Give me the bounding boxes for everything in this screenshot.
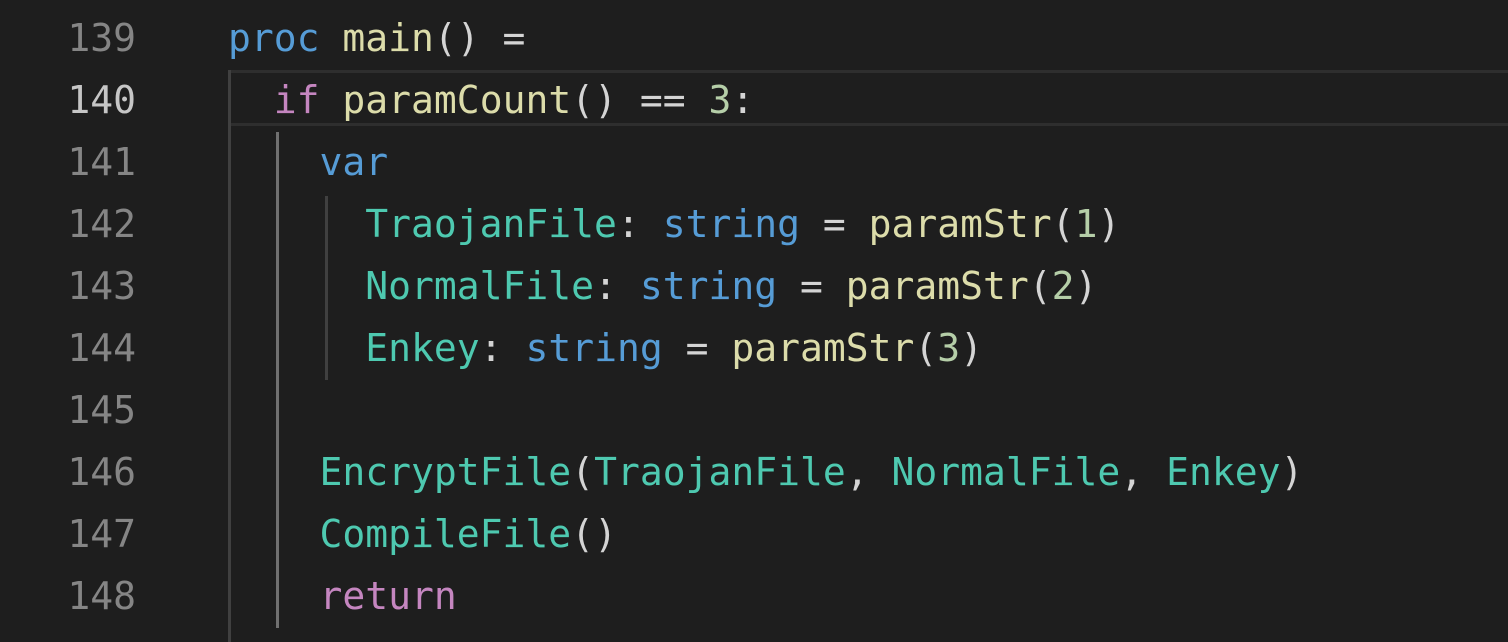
- code-token: string: [525, 326, 663, 370]
- line-number: 139: [67, 16, 136, 60]
- code-token: =: [800, 202, 869, 246]
- code-line[interactable]: 145: [0, 379, 1508, 441]
- code-line[interactable]: 139 proc main() =: [0, 7, 1508, 69]
- code-token: paramStr: [868, 202, 1052, 246]
- code-token: paramCount: [342, 78, 572, 122]
- code-token: 2: [1051, 264, 1075, 308]
- code-token: paramStr: [731, 326, 915, 370]
- code-token: 1: [1074, 202, 1098, 246]
- line-number: 148: [67, 574, 136, 618]
- code-line[interactable]: 143 NormalFile: string = paramStr(2): [0, 255, 1508, 317]
- code-token: return: [319, 574, 457, 618]
- line-number: 145: [67, 388, 136, 432]
- code-line[interactable]: 144 Enkey: string = paramStr(3): [0, 317, 1508, 379]
- code-line[interactable]: 141 var: [0, 131, 1508, 193]
- code-token: string: [662, 202, 800, 246]
- line-code[interactable]: Enkey: string = paramStr(3): [228, 317, 983, 379]
- code-token: NormalFile: [891, 450, 1121, 494]
- code-line[interactable]: 147 CompileFile(): [0, 503, 1508, 565]
- line-code[interactable]: var: [228, 131, 389, 193]
- code-line[interactable]: 142 TraojanFile: string = paramStr(1): [0, 193, 1508, 255]
- code-token: proc: [228, 16, 320, 60]
- line-number: 140: [67, 78, 136, 122]
- code-token: EncryptFile: [319, 450, 572, 494]
- code-token: (: [914, 326, 938, 370]
- code-token: =: [662, 326, 732, 370]
- code-editor[interactable]: 139 proc main() = 140 if paramCount() == 3…: [0, 0, 1508, 642]
- code-token: var: [319, 140, 389, 184]
- code-token: () ==: [571, 78, 709, 122]
- code-token: ): [1097, 202, 1121, 246]
- code-line[interactable]: 146 EncryptFile(TraojanFile, NormalFile,…: [0, 441, 1508, 503]
- code-token: () =: [433, 16, 526, 60]
- code-token: ): [960, 326, 984, 370]
- code-token: ): [1074, 264, 1098, 308]
- code-token: (: [1028, 264, 1052, 308]
- line-number: 141: [67, 140, 136, 184]
- line-number: 142: [67, 202, 136, 246]
- line-number: 143: [67, 264, 136, 308]
- code-token: :: [479, 326, 526, 370]
- code-token: (): [571, 512, 617, 556]
- line-code[interactable]: CompileFile(): [228, 503, 617, 565]
- line-number: 146: [67, 450, 136, 494]
- code-token: Enkey: [1166, 450, 1281, 494]
- code-token: if: [273, 78, 320, 122]
- code-token: CompileFile: [319, 512, 572, 556]
- code-token: :: [594, 264, 640, 308]
- line-number: 144: [67, 326, 136, 370]
- code-token: (: [571, 450, 595, 494]
- code-token: string: [639, 264, 778, 308]
- code-line[interactable]: 148 return: [0, 565, 1508, 627]
- code-token: 3: [708, 78, 732, 122]
- code-token: NormalFile: [365, 264, 595, 308]
- code-token: ,: [845, 450, 892, 494]
- code-token: ): [1280, 450, 1304, 494]
- line-number: 147: [67, 512, 136, 556]
- code-token: (: [1051, 202, 1075, 246]
- line-code[interactable]: TraojanFile: string = paramStr(1): [228, 193, 1120, 255]
- code-token: 3: [937, 326, 961, 370]
- line-code[interactable]: return: [228, 565, 457, 627]
- line-code[interactable]: proc main() =: [228, 7, 525, 69]
- code-token: :: [616, 202, 663, 246]
- line-code[interactable]: if paramCount() == 3:: [228, 69, 755, 131]
- code-token: Enkey: [365, 326, 480, 370]
- line-code[interactable]: NormalFile: string = paramStr(2): [228, 255, 1097, 317]
- code-line[interactable]: 140 if paramCount() == 3:: [0, 69, 1508, 131]
- code-token: ,: [1120, 450, 1167, 494]
- code-token: =: [777, 264, 846, 308]
- code-token: main: [342, 16, 434, 60]
- line-code[interactable]: EncryptFile(TraojanFile, NormalFile, Enk…: [228, 441, 1304, 503]
- code-token: TraojanFile: [594, 450, 846, 494]
- code-token: TraojanFile: [365, 202, 617, 246]
- code-token: paramStr: [845, 264, 1029, 308]
- code-token: :: [731, 78, 755, 122]
